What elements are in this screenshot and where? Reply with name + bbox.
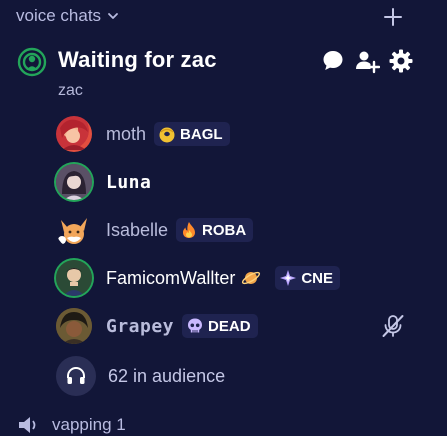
next-channel-row[interactable]: vapping 1 — [16, 414, 126, 436]
clan-tag-text: BAGL — [180, 125, 223, 143]
member-name: Luna — [106, 171, 152, 193]
chevron-down-icon — [108, 13, 118, 19]
clan-tag-text: CNE — [301, 269, 334, 287]
bagel-icon — [159, 127, 175, 143]
avatar — [56, 260, 92, 296]
voice-member-row[interactable]: Luna — [56, 162, 151, 202]
member-name: FamicomWallter — [106, 267, 236, 288]
audience-row[interactable]: 62 in audience — [56, 356, 225, 396]
category-title: voice chats — [16, 6, 102, 25]
avatar — [56, 212, 92, 248]
planet-icon — [242, 271, 261, 285]
clan-tag-badge[interactable]: DEAD — [182, 314, 258, 338]
voice-member-row[interactable]: Isabelle ROBA — [56, 210, 254, 250]
category-header[interactable]: voice chats — [16, 6, 119, 26]
avatar — [56, 308, 92, 344]
stage-channel-icon — [17, 47, 47, 77]
add-channel-icon[interactable] — [382, 6, 404, 28]
flame-icon — [183, 222, 196, 238]
channel-name[interactable]: Waiting for zac — [58, 47, 217, 73]
avatar — [56, 116, 92, 152]
member-name: moth — [106, 123, 147, 144]
headphones-icon — [56, 356, 96, 396]
channel-subtitle: zac — [58, 82, 83, 99]
chat-bubble-icon[interactable] — [320, 48, 346, 74]
next-channel-name: vapping 1 — [52, 415, 126, 434]
channel-actions — [320, 48, 414, 74]
voice-member-row[interactable]: FamicomWallter CNE — [56, 258, 341, 298]
clan-tag-text: DEAD — [208, 317, 251, 335]
muted-microphone-icon — [382, 315, 404, 337]
member-name: Grapey — [106, 315, 175, 337]
clan-tag-badge[interactable]: ROBA — [176, 218, 254, 242]
clan-tag-badge[interactable]: BAGL — [154, 122, 230, 146]
clan-tag-text: ROBA — [202, 221, 247, 239]
voice-member-row[interactable]: Grapey DEAD — [56, 306, 258, 346]
audience-count: 62 in audience — [108, 365, 226, 386]
clan-tag-badge[interactable]: CNE — [275, 266, 341, 290]
member-name: Isabelle — [106, 219, 169, 240]
avatar — [56, 164, 92, 200]
speaker-icon — [19, 417, 36, 433]
diamond-sparkle-icon — [280, 270, 297, 286]
voice-member-row[interactable]: moth BAGL — [56, 114, 230, 154]
skull-icon — [188, 318, 203, 333]
gear-icon[interactable] — [388, 48, 414, 74]
add-user-icon[interactable] — [354, 48, 380, 74]
